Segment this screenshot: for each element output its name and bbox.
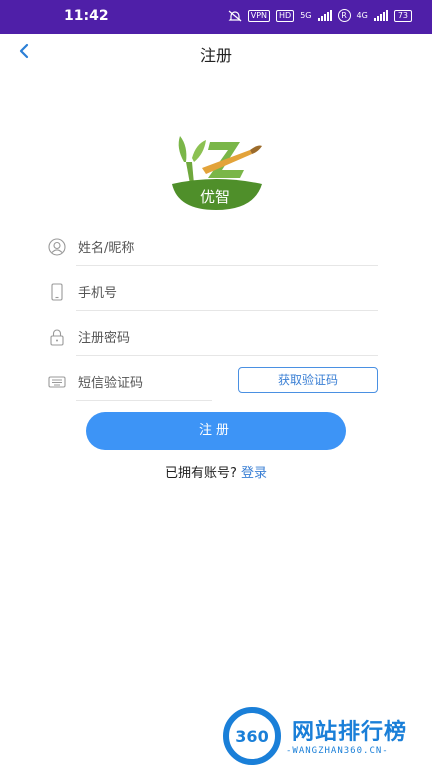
registered-icon: R — [337, 9, 351, 22]
get-code-button[interactable]: 获取验证码 — [238, 367, 378, 393]
watermark-logo-icon: 360 — [223, 707, 281, 765]
status-time: 11:42 — [64, 8, 109, 24]
name-input[interactable] — [76, 232, 382, 264]
logo-text: 优智 — [200, 188, 230, 206]
network-4g-label: 4G — [356, 11, 368, 20]
password-input[interactable] — [76, 322, 382, 354]
nav-bar: 注册 — [0, 34, 432, 70]
phone-icon — [51, 283, 63, 301]
vpn-badge: VPN — [247, 9, 271, 22]
status-bar: 11:42 VPN HD 5G R 4G 73 — [0, 0, 432, 34]
user-icon — [48, 238, 66, 256]
status-icons: VPN HD 5G R 4G 73 — [228, 9, 412, 22]
password-divider — [76, 355, 378, 356]
network-5g-label: 5G — [300, 11, 312, 20]
phone-field — [48, 275, 382, 311]
phone-divider — [76, 310, 378, 311]
signal-icon — [317, 10, 332, 21]
register-button[interactable]: 注册 — [86, 412, 346, 450]
watermark: 360 网站排行榜 -WANGZHAN360.CN- — [220, 704, 432, 768]
sms-code-divider — [76, 400, 212, 401]
mute-icon — [228, 10, 242, 21]
login-link[interactable]: 登录 — [241, 466, 267, 481]
phone-input[interactable] — [76, 277, 382, 309]
watermark-badge: 360 — [235, 727, 268, 746]
watermark-title: 网站排行榜 — [292, 720, 408, 745]
watermark-subtitle: -WANGZHAN360.CN- — [286, 746, 389, 756]
name-divider — [76, 265, 378, 266]
login-prompt: 已拥有账号? 登录 — [0, 462, 432, 481]
name-field — [48, 230, 382, 266]
sms-code-input[interactable] — [76, 367, 218, 399]
page-title: 注册 — [199, 46, 232, 65]
lock-icon — [50, 329, 64, 346]
signal-icon-2 — [373, 10, 388, 21]
app-logo: 优智 — [166, 128, 266, 210]
login-question: 已拥有账号? — [164, 466, 237, 481]
password-field — [48, 320, 382, 356]
keyboard-icon — [48, 376, 66, 388]
hd-badge: HD — [276, 9, 295, 22]
battery-icon: 73 — [393, 9, 412, 22]
